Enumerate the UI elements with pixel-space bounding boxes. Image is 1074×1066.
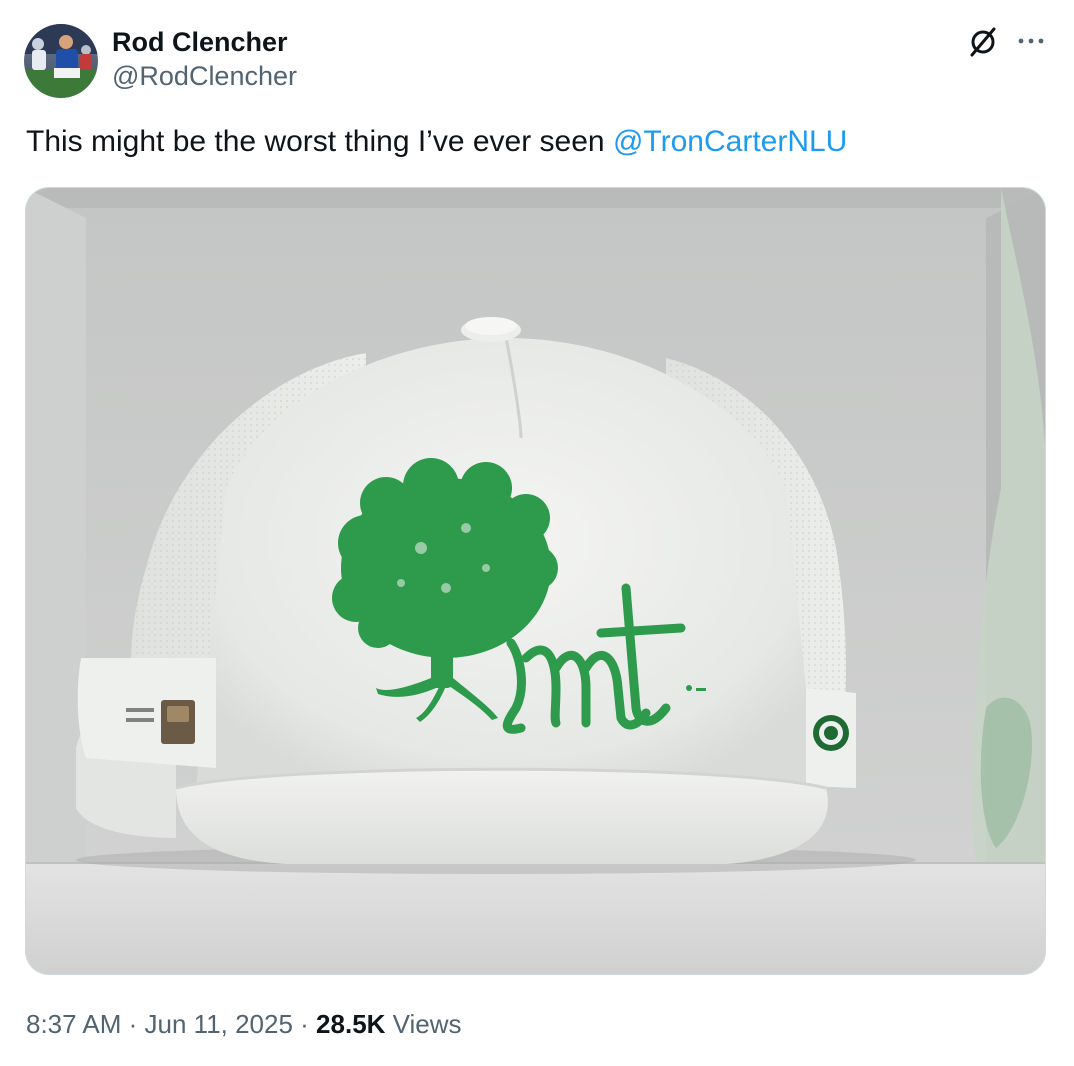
views-count: 28.5K — [316, 1009, 386, 1039]
tweet-date[interactable]: Jun 11, 2025 — [145, 1009, 293, 1039]
tweet-text: This might be the worst thing I’ve ever … — [26, 125, 613, 158]
tweet-media-image[interactable] — [25, 187, 1046, 975]
grok-icon[interactable] — [968, 24, 998, 58]
author-names: Rod Clencher @RodClencher — [112, 25, 297, 93]
mention-link[interactable]: @TronCarterNLU — [613, 125, 847, 158]
tweet-header: Rod Clencher @RodClencher — [24, 24, 297, 98]
more-dots-icon[interactable] — [1016, 26, 1046, 56]
meta-separator: · — [292, 1009, 317, 1039]
tweet-card: Rod Clencher @RodClencher This might be … — [0, 0, 1074, 1066]
author-avatar[interactable] — [24, 24, 98, 98]
author-display-name[interactable]: Rod Clencher — [112, 25, 297, 59]
author-handle[interactable]: @RodClencher — [112, 59, 297, 93]
tweet-body: This might be the worst thing I’ve ever … — [26, 122, 847, 162]
hat-photo — [26, 188, 1045, 974]
views-label: Views — [385, 1009, 462, 1039]
meta-separator: · — [121, 1009, 145, 1039]
tweet-actions-top — [968, 24, 1046, 58]
tweet-time[interactable]: 8:37 AM — [26, 1009, 121, 1039]
tweet-meta: 8:37 AM · Jun 11, 2025 · 28.5K Views — [26, 1006, 462, 1042]
